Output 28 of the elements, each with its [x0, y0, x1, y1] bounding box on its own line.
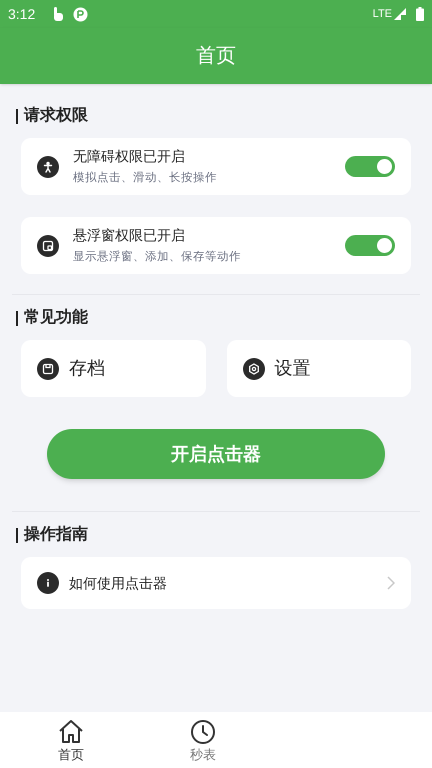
home-icon: [58, 719, 84, 745]
battery-icon: [416, 7, 424, 21]
section-title: 请求权限: [0, 104, 432, 128]
section-title: 操作指南: [0, 523, 432, 547]
toggle-switch[interactable]: [345, 156, 395, 177]
status-time: 3:12: [8, 4, 36, 24]
toggle-switch[interactable]: [345, 235, 395, 256]
guide-item[interactable]: 如何使用点击器: [21, 557, 411, 609]
permission-subtitle: 显示悬浮窗、添加、保存等动作: [73, 249, 242, 265]
feature-card[interactable]: 存档: [21, 340, 206, 397]
section-title: 常见功能: [0, 306, 432, 330]
clock-icon: [190, 719, 216, 745]
page-title: 首页: [196, 44, 236, 69]
settings-icon: [242, 358, 264, 380]
permission-subtitle: 模拟点击、滑动、长按操作: [73, 170, 218, 186]
network-label: LTE: [372, 6, 392, 22]
signal-icon: [394, 8, 406, 20]
window-icon: [37, 234, 59, 256]
feature-card[interactable]: 设置: [226, 340, 411, 397]
app-badge-icon: [73, 6, 88, 22]
permission-title: 悬浮窗权限已开启: [73, 226, 186, 245]
nav-tab[interactable]: 首页: [58, 719, 84, 764]
permission-title: 无障碍权限已开启: [73, 146, 186, 166]
nav-tab[interactable]: 秒表: [190, 719, 216, 764]
chevron-right-icon: [387, 576, 395, 590]
info-icon: [37, 572, 59, 594]
touch-icon: [51, 6, 66, 22]
accessibility-icon: [37, 156, 59, 178]
